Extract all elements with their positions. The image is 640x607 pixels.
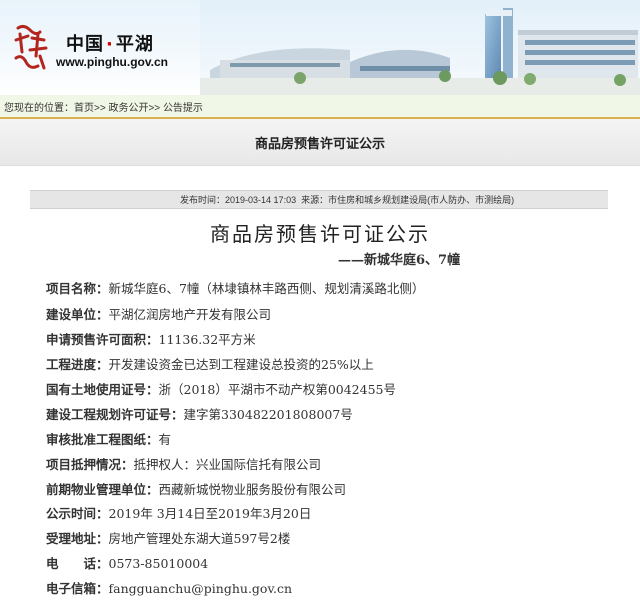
field-progress: 工程进度：开发建设资金已达到工程建设总投资的25%以上 — [46, 354, 374, 373]
breadcrumb-item-notices[interactable]: 公告提示 — [163, 103, 203, 114]
seal-logo-icon — [14, 24, 48, 70]
publish-time: 2019-03-14 17:03 — [225, 195, 297, 205]
site-title-part2: 平湖 — [115, 34, 154, 55]
field-value: 开发建设资金已达到工程建设总投资的25%以上 — [108, 357, 374, 372]
field-value: 抵押权人：兴业国际信托有限公司 — [133, 457, 322, 472]
field-label: 前期物业管理单位： — [46, 482, 159, 497]
breadcrumb-item-home[interactable]: 首页 — [74, 103, 94, 114]
field-value: 2019年 3月14日至2019年3月20日 — [108, 506, 312, 521]
field-label: 受理地址： — [46, 531, 109, 546]
field-value: 房地产管理处东湖大道597号2楼 — [108, 531, 291, 546]
field-approved-drawings: 审核批准工程图纸：有 — [46, 429, 171, 448]
article-subtitle: ——新城华庭6、7幢 — [338, 253, 461, 268]
section-title-bar: 商品房预售许可证公示 — [0, 119, 640, 166]
field-land-certificate: 国有土地使用证号：浙（2018）平湖市不动产权第0042455号 — [46, 379, 396, 398]
field-label: 国有土地使用证号： — [46, 382, 159, 397]
field-label: 公示时间： — [46, 506, 109, 521]
site-title-part1: 中国 — [66, 34, 104, 55]
breadcrumb: 您现在的位置：首页>> 政务公开>> 公告提示 — [4, 99, 203, 114]
field-value: 有 — [158, 432, 172, 447]
field-label: 电子信箱： — [46, 581, 109, 596]
article-meta-bar: 发布时间：2019-03-14 17:03 来源：市住房和城乡规划建设局(市人防… — [30, 190, 608, 209]
field-label: 建设单位： — [46, 307, 109, 322]
field-email: 电子信箱：fangguanchu@pinghu.gov.cn — [46, 578, 292, 597]
field-label: 项目名称： — [46, 281, 109, 296]
field-publicity-period: 公示时间：2019年 3月14日至2019年3月20日 — [46, 503, 311, 522]
field-value: 浙（2018）平湖市不动产权第0042455号 — [158, 382, 396, 397]
field-phone: 电 话：0573-85010004 — [46, 553, 208, 572]
email-link[interactable]: fangguanchu@pinghu.gov.cn — [109, 581, 293, 596]
field-project-name: 项目名称：新城华庭6、7幢（林埭镇林丰路西侧、规划清溪路北侧） — [46, 278, 424, 297]
field-value: 建字第330482201808007号 — [183, 407, 353, 422]
article-title: 商品房预售许可证公示 — [210, 222, 430, 246]
field-value: 11136.32平方米 — [158, 332, 256, 347]
field-mortgage: 项目抵押情况：抵押权人：兴业国际信托有限公司 — [46, 454, 321, 473]
breadcrumb-separator: >> — [148, 103, 161, 114]
field-value: 平湖亿润房地产开发有限公司 — [108, 307, 272, 322]
breadcrumb-separator: >> — [94, 103, 106, 114]
site-title-dot: · — [106, 34, 114, 55]
source-label: 来源： — [301, 195, 329, 205]
city-buildings-image — [200, 0, 640, 95]
section-title: 商品房预售许可证公示 — [254, 137, 385, 152]
breadcrumb-prefix: 您现在的位置： — [4, 103, 74, 114]
field-label: 审核批准工程图纸： — [46, 432, 159, 447]
field-label: 项目抵押情况： — [46, 457, 134, 472]
field-label: 工程进度： — [46, 357, 109, 372]
field-label: 申请预售许可面积： — [46, 332, 159, 347]
field-presale-area: 申请预售许可面积：11136.32平方米 — [46, 329, 256, 348]
publish-label: 发布时间： — [180, 195, 226, 205]
field-property-management: 前期物业管理单位：西藏新城悦物业服务股份有限公司 — [46, 479, 346, 498]
site-url[interactable]: www.pinghu.gov.cn — [56, 55, 168, 69]
site-title[interactable]: 中国 · 平湖 — [66, 30, 154, 56]
source-value: 市住房和城乡规划建设局(市人防办、市测绘局) — [328, 195, 515, 205]
field-developer: 建设单位：平湖亿润房地产开发有限公司 — [46, 304, 271, 323]
field-value: 0573-85010004 — [108, 556, 209, 571]
field-planning-permit: 建设工程规划许可证号：建字第330482201808007号 — [46, 404, 353, 423]
site-banner: 中国 · 平湖 www.pinghu.gov.cn — [0, 0, 640, 95]
field-label: 电 话： — [46, 556, 109, 571]
breadcrumb-bar: 您现在的位置：首页>> 政务公开>> 公告提示 — [0, 95, 640, 119]
article-meta: 发布时间：2019-03-14 17:03 来源：市住房和城乡规划建设局(市人防… — [180, 193, 514, 206]
field-address: 受理地址：房地产管理处东湖大道597号2楼 — [46, 528, 290, 547]
breadcrumb-item-gov-open[interactable]: 政务公开 — [108, 103, 148, 114]
field-label: 建设工程规划许可证号： — [46, 407, 184, 422]
field-value: 新城华庭6、7幢（林埭镇林丰路西侧、规划清溪路北侧） — [108, 281, 425, 296]
field-value: 西藏新城悦物业服务股份有限公司 — [158, 482, 347, 497]
